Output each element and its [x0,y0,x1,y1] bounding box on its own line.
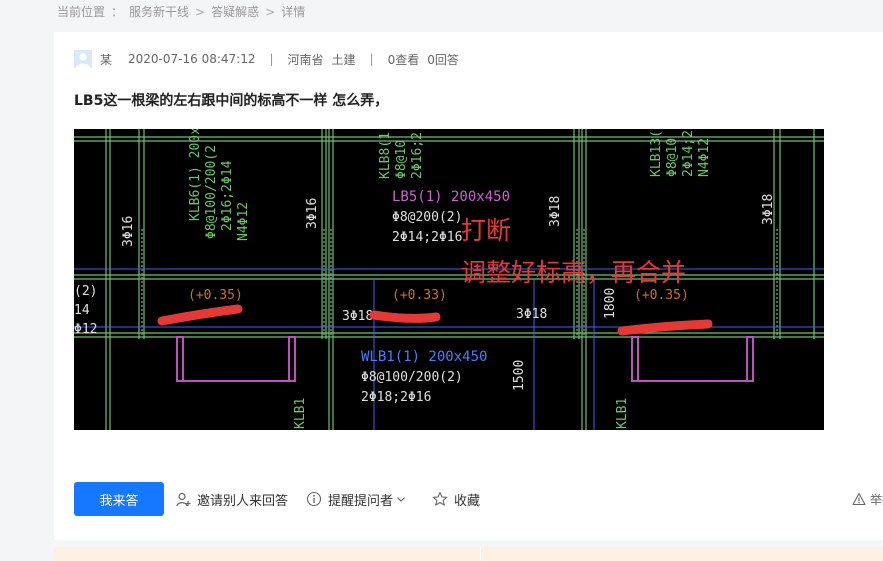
label-klb8-2: Φ8@10 [394,140,409,179]
label-rebar-318d: 3Φ18 [516,307,547,322]
label-lb5-3: 2Φ14;2Φ16 [392,230,462,245]
label-wlb-3: 2Φ18;2Φ16 [361,390,431,405]
breadcrumb-separator: > [265,4,276,19]
report-button[interactable]: 举报 [852,491,883,508]
label-rebar-318c: 3Φ18 [342,309,373,324]
note-break: 打断 [461,216,511,245]
invite-button[interactable]: 邀请别人来回答 [176,490,288,509]
remind-label: 提醒提问者 [328,493,394,509]
label-left-12: Φ12 [74,322,97,337]
user-avatar-icon [74,50,92,68]
question-title: LB5这一根梁的左右跟中间的标高不一样 怎么弄， [74,93,389,109]
report-label: 举报 [869,492,883,507]
question-user[interactable]: 某 [100,51,112,68]
label-dim-1800: 1800 [603,288,618,319]
meta-divider: | [269,52,274,66]
breadcrumb-item-detail: 详情 [281,5,306,19]
info-icon [306,491,322,507]
cad-drawing: KLB6(1) 200x6 Φ8@100/200(2 2Φ16;2Φ14 N4Φ… [74,129,824,430]
label-klb8-1: KLB8(1 [378,132,393,179]
star-icon [432,491,448,506]
label-dim-1500: 1500 [512,360,527,391]
question-image[interactable]: KLB6(1) 200x6 Φ8@100/200(2 2Φ16;2Φ14 N4Φ… [74,129,824,430]
label-klb13-3: 2Φ14;2 [681,130,696,177]
label-rebar-316a: 3Φ16 [121,216,136,247]
bottom-strip-divider [480,547,481,561]
label-rebar-316b: 3Φ16 [305,198,320,229]
breadcrumb-colon: ： [111,5,124,19]
answer-button[interactable]: 我来答 [74,482,164,516]
question-views: 0查看 [387,52,420,67]
breadcrumb-item-qa[interactable]: 答疑解惑 [211,3,259,20]
label-klb13-2: Φ8@10 [665,138,680,177]
label-rebar-318b: 3Φ18 [761,194,776,225]
breadcrumb: 当前位置 ： 服务新干线 > 答疑解惑 > 详情 [57,3,305,20]
chevron-down-icon [397,497,405,502]
bottom-strip [54,547,883,561]
warning-icon [852,492,866,506]
question-category: 土建 [331,52,356,67]
label-klb8-3: 2Φ16;2 [410,132,425,179]
breadcrumb-label: 当前位置 [57,5,106,19]
question-answers: 0回答 [427,52,459,67]
label-rebar-318a: 3Φ18 [548,196,563,227]
favorite-label: 收藏 [454,493,481,509]
label-klb13-1: KLB13( [649,130,664,177]
label-elev-left: (+0.35) [188,288,243,303]
label-lb5-1: LB5(1) 200x450 [392,189,510,205]
label-klb13-4: N4Φ12 [697,138,712,177]
label-klb6-4: N4Φ12 [236,202,251,241]
meta-divider: | [369,52,374,66]
action-bar: 我来答 邀请别人来回答 提醒提问者 收藏 举 [74,482,883,516]
label-klb1-a: KLB1 [293,398,308,429]
label-wlb-1: WLB1(1) 200x450 [361,349,487,365]
breadcrumb-separator: > [195,4,206,19]
avatar[interactable] [74,50,92,68]
question-card: 某 2020-07-16 08:47:12 | 河南省 土建 | 0查看 0回答… [54,32,883,540]
invite-label: 邀请别人来回答 [197,493,289,509]
label-wlb-2: Φ8@100/200(2) [361,370,463,385]
question-region: 河南省 [287,52,324,67]
question-meta: 某 2020-07-16 08:47:12 | 河南省 土建 | 0查看 0回答 [74,50,459,68]
label-klb6-2: Φ8@100/200(2 [204,145,219,239]
breadcrumb-item-service[interactable]: 服务新干线 [129,3,189,20]
label-lb5-2: Φ8@200(2) [392,210,462,225]
note-adjust-elevation: 调整好标高，再合并 [461,258,686,287]
label-elev-right: (+0.35) [634,288,689,303]
label-klb6-3: 2Φ16;2Φ14 [220,160,235,231]
label-elev-mid: (+0.33) [392,288,447,303]
favorite-button[interactable]: 收藏 [432,490,480,509]
label-klb1-b: KLB1 [615,398,630,429]
label-left-2: (2) [74,284,97,299]
label-klb6-1: KLB6(1) 200x6 [188,129,203,221]
label-left-14: 14 [74,303,90,318]
invite-user-icon [176,492,191,506]
question-datetime: 2020-07-16 08:47:12 [128,52,256,66]
remind-button[interactable]: 提醒提问者 [306,490,412,509]
